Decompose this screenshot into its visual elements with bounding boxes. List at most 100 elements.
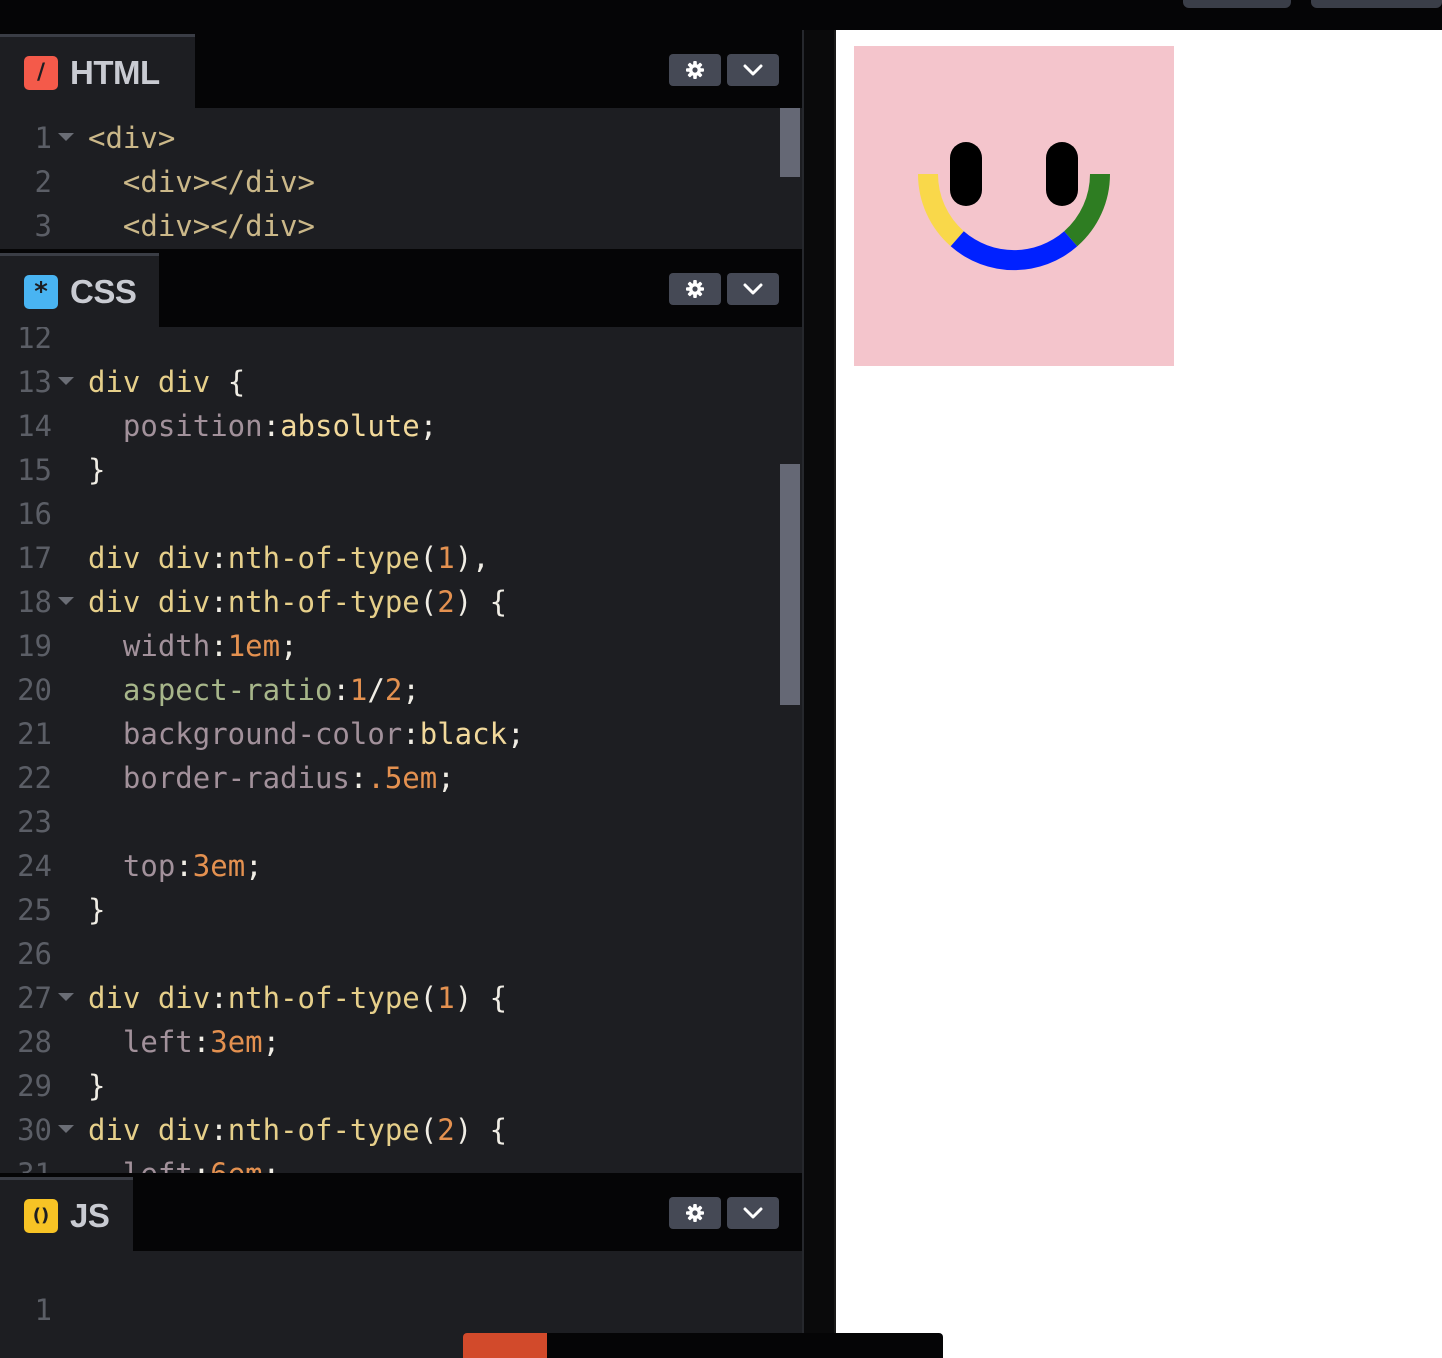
code-token: ), (454, 541, 490, 575)
code-line[interactable]: 23 (0, 800, 780, 844)
code-token: 2 (384, 673, 403, 707)
resize-divider[interactable] (802, 30, 834, 1358)
code-token: / (367, 673, 385, 707)
panel-title: JS (70, 1196, 110, 1234)
line-number: 1 (34, 121, 52, 155)
code-line[interactable]: 30 div div:nth-of-type(2) { (0, 1108, 780, 1152)
code-token: : (349, 761, 368, 795)
code-line[interactable]: 17 div div:nth-of-type(1), (0, 536, 780, 580)
code-token: ; (507, 717, 525, 751)
bottom-bar-tab[interactable] (463, 1333, 547, 1358)
js-settings-button[interactable] (669, 1197, 721, 1229)
gear-icon (685, 1203, 705, 1223)
code-token: nth-of-type (227, 1113, 420, 1147)
code-text: width:1em; (88, 624, 298, 668)
line-number: 30 (17, 1113, 52, 1147)
fold-arrow-icon[interactable] (58, 377, 74, 385)
fold-arrow-icon[interactable] (58, 133, 74, 141)
fold-arrow-icon[interactable] (58, 597, 74, 605)
toolbar-button[interactable] (1311, 0, 1442, 8)
tab-css[interactable]: * CSS (0, 253, 159, 327)
html-collapse-button[interactable] (727, 54, 779, 86)
code-text: position:absolute; (88, 404, 437, 448)
code-text: } (88, 888, 105, 932)
code-token: 6em (210, 1157, 262, 1173)
code-text: background-color:black; (88, 712, 525, 756)
code-line[interactable]: 20 aspect-ratio:1/2; (0, 668, 780, 712)
js-collapse-button[interactable] (727, 1197, 779, 1229)
chevron-down-icon (742, 1206, 764, 1220)
code-text: <div></div> (88, 160, 315, 204)
code-line[interactable]: 26 (0, 932, 780, 976)
code-token: width (88, 629, 211, 663)
editor-column: / HTML 1 <div> 2 <div></div> 3 <div></div> … (0, 30, 802, 1358)
code-line[interactable]: 15} (0, 448, 780, 492)
css-code-editor[interactable]: 12 13 div div {14 position:absolute; 15} 16 1… (0, 327, 780, 1173)
css-scrollbar[interactable] (780, 327, 800, 1173)
scrollbar-thumb[interactable] (780, 108, 800, 177)
code-token: absolute (280, 409, 420, 443)
code-token: { (227, 365, 246, 399)
code-line[interactable]: 13 div div { (0, 360, 780, 404)
code-text: <div></div> (88, 204, 315, 248)
code-token: : (210, 629, 228, 663)
css-logo-icon: * (24, 274, 58, 309)
code-line[interactable]: 24 top:3em; (0, 844, 780, 888)
scrollbar-thumb[interactable] (780, 464, 800, 705)
code-line[interactable]: 27 div div:nth-of-type(1) { (0, 976, 780, 1020)
code-line[interactable]: 28 left:3em; (0, 1020, 780, 1064)
code-line[interactable]: 18 div div:nth-of-type(2) { (0, 580, 780, 624)
code-line[interactable]: 21 background-color:black; (0, 712, 780, 756)
code-text: <div> (88, 116, 175, 160)
css-settings-button[interactable] (669, 273, 721, 305)
html-code-editor[interactable]: 1 <div> 2 <div></div> 3 <div></div> (0, 108, 780, 248)
line-number: 15 (17, 453, 52, 487)
code-token: ; (262, 1025, 281, 1059)
left-eye (950, 142, 982, 206)
tab-js[interactable]: () JS (0, 1177, 133, 1251)
gear-icon (685, 60, 705, 80)
line-number: 23 (17, 805, 52, 839)
html-settings-button[interactable] (669, 54, 721, 86)
code-line[interactable]: 12 (0, 327, 780, 360)
code-token: ; (280, 629, 298, 663)
code-line[interactable]: 29} (0, 1064, 780, 1108)
code-token: background-color (88, 717, 403, 751)
code-text: left:3em; (88, 1020, 280, 1064)
fold-arrow-icon[interactable] (58, 1125, 74, 1133)
code-line[interactable]: 22 border-radius:.5em; (0, 756, 780, 800)
code-token: : (210, 541, 228, 575)
code-line[interactable]: 1 (0, 1288, 780, 1332)
html-scrollbar[interactable] (780, 108, 800, 248)
code-line[interactable]: 2 <div></div> (0, 160, 780, 204)
code-token: } (88, 893, 106, 927)
line-number: 24 (17, 849, 52, 883)
css-collapse-button[interactable] (727, 273, 779, 305)
toolbar-button[interactable] (1183, 0, 1291, 8)
code-token: : (332, 673, 350, 707)
code-text: div div:nth-of-type(2) { (88, 1108, 507, 1152)
code-line[interactable]: 14 position:absolute; (0, 404, 780, 448)
code-line[interactable]: 3 <div></div> (0, 204, 780, 248)
code-line[interactable]: 31 left:6em; (0, 1152, 780, 1173)
code-line[interactable]: 19 width:1em; (0, 624, 780, 668)
code-text: div div:nth-of-type(1) { (88, 976, 507, 1020)
code-token: : (210, 981, 228, 1015)
chevron-down-icon (742, 63, 764, 77)
line-number: 20 (17, 673, 52, 707)
tab-html[interactable]: / HTML (0, 34, 195, 108)
code-token: <div> (88, 121, 176, 155)
fold-arrow-icon[interactable] (58, 993, 74, 1001)
line-number: 31 (0, 1152, 52, 1173)
code-line[interactable]: 1 <div> (0, 116, 780, 160)
code-token: : (175, 849, 193, 883)
code-text: } (88, 1064, 105, 1108)
code-line[interactable]: 25} (0, 888, 780, 932)
code-token: ; (245, 849, 263, 883)
code-token: ( (419, 541, 438, 575)
gear-icon (685, 279, 705, 299)
code-token: : (402, 717, 420, 751)
line-number: 17 (17, 541, 52, 575)
line-number: 28 (17, 1025, 52, 1059)
code-line[interactable]: 16 (0, 492, 780, 536)
